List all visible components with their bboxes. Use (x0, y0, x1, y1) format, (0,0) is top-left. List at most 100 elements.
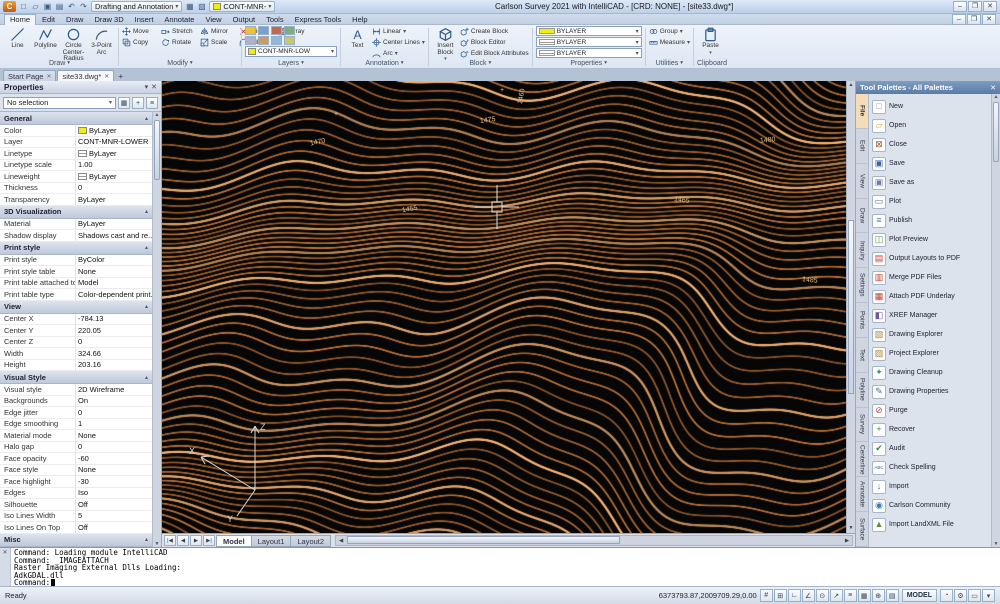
layer-freeze-icon[interactable] (271, 26, 282, 35)
palette-tab[interactable]: Settings (856, 268, 868, 303)
annotation-scale-icon[interactable]: ◔ (940, 589, 953, 602)
menu-item[interactable]: Draw (61, 14, 89, 25)
close-icon[interactable]: ✕ (151, 83, 157, 91)
property-row[interactable]: Halo gap 0 (0, 442, 152, 454)
section-header[interactable]: General▴ (0, 112, 152, 125)
property-row[interactable]: Edge smoothing 1 (0, 419, 152, 431)
mdi-restore-button[interactable]: ❐ (967, 14, 981, 25)
scroll-thumb[interactable] (993, 102, 999, 162)
ribbon-small-button[interactable]: Edit Block Attributes (460, 48, 529, 58)
document-tab[interactable]: site33.dwg*✕ (57, 70, 114, 81)
ribbon-group-caption[interactable]: Layers▾ (245, 58, 337, 68)
palette-item[interactable]: ✎ Drawing Properties (872, 382, 990, 401)
palette-item[interactable]: ◫ Plot Preview (872, 230, 990, 249)
property-row[interactable]: Linetype scale 1.00 (0, 160, 152, 172)
property-row[interactable]: Center X -784.13 (0, 314, 152, 326)
palette-tab[interactable]: Polyline (856, 373, 868, 408)
menu-item[interactable]: Express Tools (290, 14, 347, 25)
palette-tab[interactable]: Survey (856, 408, 868, 443)
property-row[interactable]: Visual style 2D Wireframe (0, 384, 152, 396)
scroll-thumb[interactable] (154, 120, 160, 180)
layer-unisolate-icon[interactable] (258, 36, 269, 45)
scroll-left-icon[interactable]: ◀ (336, 538, 346, 544)
palette-item[interactable]: ◉ Carlson Community (872, 496, 990, 515)
property-row[interactable]: Color ByLayer (0, 125, 152, 137)
tab-nav-button[interactable]: ◀ (177, 535, 189, 546)
workspace-dropdown[interactable]: Drafting and Annotation▾ (91, 1, 182, 12)
property-row[interactable]: Transparency ByLayer (0, 194, 152, 206)
dynamic-ucs-toggle[interactable]: ⊕ (872, 589, 885, 602)
palette-item[interactable]: ◧ XREF Manager (872, 306, 990, 325)
ribbon-group-caption[interactable]: Annotation▾ (344, 58, 425, 68)
ribbon-small-button[interactable]: Mirror (200, 26, 237, 37)
tab-nav-button[interactable]: |◀ (164, 535, 176, 546)
scroll-thumb[interactable] (848, 220, 854, 394)
mdi-minimize-button[interactable]: – (952, 14, 966, 25)
ribbon-big-button[interactable]: Line (4, 26, 31, 58)
menu-item[interactable]: Annotate (159, 14, 199, 25)
ribbon-small-button[interactable]: Arc ▾ (372, 48, 425, 58)
tablet-toggle[interactable]: ▦ (858, 589, 871, 602)
app-logo[interactable]: C (3, 1, 16, 12)
layer-isolate-icon[interactable]: ▧ (196, 1, 207, 12)
layout-tab[interactable]: Model (216, 535, 252, 547)
section-header[interactable]: Misc▴ (0, 534, 152, 547)
layer-states-icon[interactable]: ▦ (184, 1, 195, 12)
scroll-up-icon[interactable]: ▲ (155, 112, 160, 118)
open-file-icon[interactable]: ▱ (30, 1, 41, 12)
close-icon[interactable]: ✕ (2, 549, 7, 586)
property-row[interactable]: Thickness 0 (0, 183, 152, 195)
scroll-thumb[interactable] (347, 536, 620, 544)
polar-toggle[interactable]: ∠ (802, 589, 815, 602)
layer-lock-icon[interactable] (284, 26, 295, 35)
layout-tab[interactable]: Layout1 (252, 535, 292, 547)
command-input-area[interactable]: Command: Loading module IntelliCADComman… (11, 548, 1000, 586)
vertical-scrollbar[interactable]: ▲▼ (846, 81, 855, 533)
properties-title-bar[interactable]: Properties ▾✕ (0, 81, 161, 94)
ribbon-group-caption[interactable]: Utilities▾ (649, 58, 690, 68)
property-row[interactable]: Edge jitter 0 (0, 407, 152, 419)
section-header[interactable]: View▴ (0, 301, 152, 314)
property-row[interactable]: Material ByLayer (0, 219, 152, 231)
property-row[interactable]: Material mode None (0, 430, 152, 442)
property-row[interactable]: Face opacity -60 (0, 453, 152, 465)
menu-item[interactable]: View (200, 14, 226, 25)
close-icon[interactable]: ✕ (990, 84, 996, 92)
ribbon-small-button[interactable]: Center Lines ▾ (372, 37, 425, 47)
ribbon-group-caption[interactable]: Draw▾ (4, 58, 115, 68)
palette-tab[interactable]: Inquiry (856, 233, 868, 268)
property-row[interactable]: Center Y 220.05 (0, 325, 152, 337)
layer-isolate-icon[interactable] (245, 36, 256, 45)
palette-item[interactable]: ≡ Publish (872, 211, 990, 230)
palette-tab[interactable]: File (856, 94, 868, 129)
palette-item[interactable]: ✦ Drawing Cleanup (872, 363, 990, 382)
save-icon[interactable]: ▣ (42, 1, 53, 12)
property-row[interactable]: Print style ByColor (0, 255, 152, 267)
close-button[interactable]: ✕ (983, 1, 997, 12)
menu-item[interactable]: Output (228, 14, 261, 25)
new-file-icon[interactable]: □ (18, 1, 29, 12)
ribbon-small-button[interactable]: Measure ▾ (649, 37, 690, 47)
palette-scrollbar[interactable]: ▲▼ (991, 94, 1000, 547)
ribbon-big-button[interactable]: 3-Point Arc (88, 26, 115, 58)
property-row[interactable]: Center Z 0 (0, 337, 152, 349)
ribbon-group-caption[interactable]: Block▾ (432, 58, 529, 68)
property-row[interactable]: Shadow display Shadows cast and re... (0, 230, 152, 242)
property-row[interactable]: Face style None (0, 465, 152, 477)
drawing-viewport[interactable]: 1470147514601465148014551485++ Z X Y (162, 81, 846, 533)
ribbon-group-caption[interactable]: Properties▾ (536, 58, 642, 68)
palette-item[interactable]: ▧ Drawing Explorer (872, 325, 990, 344)
palette-item[interactable]: ▦ Attach PDF Underlay (872, 287, 990, 306)
palette-item[interactable]: + Recover (872, 420, 990, 439)
quick-layer-dropdown[interactable]: CONT-MNR-▾ (209, 1, 275, 12)
ribbon-small-button[interactable]: Stretch (161, 26, 198, 37)
coordinate-display[interactable]: 6373793.87,2009709.29,0.00 (659, 591, 757, 600)
etrack-toggle[interactable]: ↗ (830, 589, 843, 602)
property-row[interactable]: Silhouette Off (0, 499, 152, 511)
menu-item[interactable]: Draw 3D (89, 14, 128, 25)
redo-icon[interactable]: ↷ (78, 1, 89, 12)
pickadd-toggle-icon[interactable]: ≡ (146, 97, 158, 109)
palette-item[interactable]: ▣ Save (872, 154, 990, 173)
grid-toggle[interactable]: ⊞ (774, 589, 787, 602)
menu-item[interactable]: Tools (261, 14, 289, 25)
